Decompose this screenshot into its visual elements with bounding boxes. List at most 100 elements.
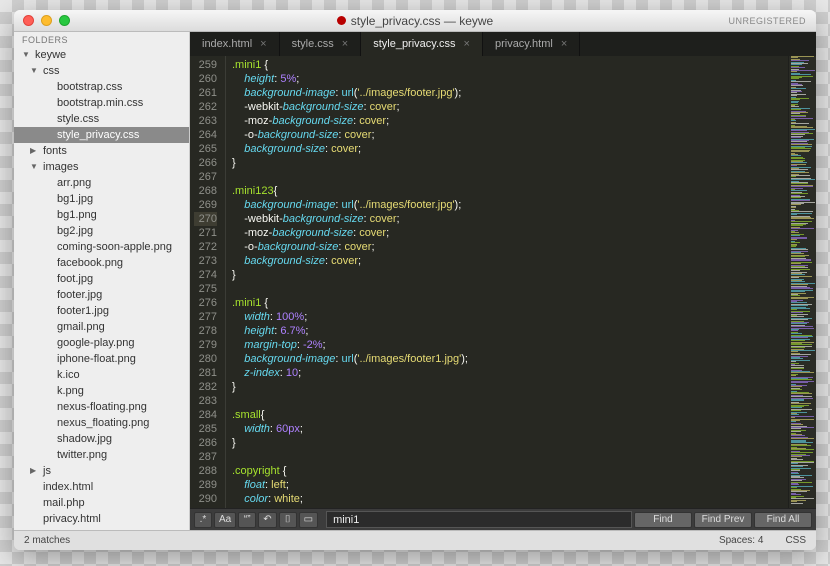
tree-label: foot.jpg — [57, 272, 93, 286]
tree-label: gmail.png — [57, 320, 105, 334]
tree-label: index.html — [43, 480, 93, 494]
tree-label: facebook.png — [57, 256, 123, 270]
tab-style-css[interactable]: style.css × — [280, 32, 362, 56]
status-lang[interactable]: CSS — [785, 535, 806, 546]
tree-label: footer.jpg — [57, 288, 102, 302]
find-button[interactable]: Find — [634, 512, 692, 528]
minimap[interactable] — [788, 56, 816, 508]
tree-folder-css[interactable]: ▼ css — [14, 63, 189, 79]
tab-style-privacy-css[interactable]: style_privacy.css× — [361, 32, 483, 56]
tree-folder-images[interactable]: ▼ images — [14, 159, 189, 175]
tree-file[interactable]: bg1.png — [14, 207, 189, 223]
status-spaces[interactable]: Spaces: 4 — [719, 535, 763, 546]
tree-file[interactable]: google-play.png — [14, 335, 189, 351]
tree-label: keywe — [35, 48, 66, 62]
tree-label: footer1.jpg — [57, 304, 109, 318]
tree-file[interactable]: shadow.jpg — [14, 431, 189, 447]
tree-file[interactable]: arr.png — [14, 175, 189, 191]
tree-label: js — [43, 464, 51, 478]
tree-label: mail.php — [43, 496, 85, 510]
highlight-toggle[interactable]: ▭ — [299, 512, 318, 528]
tree-label: style_privacy.css — [57, 128, 139, 142]
close-icon[interactable]: × — [561, 38, 567, 50]
tree-label: arr.png — [57, 176, 91, 190]
tree-file[interactable]: mail.php — [14, 495, 189, 511]
tree-label: style.css — [57, 112, 99, 126]
tree-file[interactable]: foot.jpg — [14, 271, 189, 287]
tree-file[interactable]: k.png — [14, 383, 189, 399]
window-title: style_privacy.css — keywe — [14, 14, 816, 28]
chevron-down-icon: ▼ — [22, 48, 31, 62]
find-all-button[interactable]: Find All — [754, 512, 812, 528]
code-text[interactable]: .mini1 { height: 5%; background-image: u… — [226, 56, 788, 508]
find-prev-button[interactable]: Find Prev — [694, 512, 752, 528]
tree-file[interactable]: style_privacy.css — [14, 127, 189, 143]
tab-privacy-html[interactable]: privacy.html × — [483, 32, 580, 56]
tree-label: iphone-float.png — [57, 352, 136, 366]
body: FOLDERS ▼ keywe ▼ css bootstrap.cssbootstr… — [14, 32, 816, 530]
tree-label: css — [43, 64, 60, 78]
tree-label: twitter.png — [57, 448, 107, 462]
in-selection-toggle[interactable]: ⌷ — [279, 512, 297, 528]
tree-label: images — [43, 160, 78, 174]
chevron-down-icon: ▼ — [30, 64, 39, 78]
tree-file[interactable]: coming-soon-apple.png — [14, 239, 189, 255]
unregistered-label: UNREGISTERED — [728, 16, 806, 26]
tree-file[interactable]: footer1.jpg — [14, 303, 189, 319]
regex-toggle[interactable]: .* — [194, 512, 212, 528]
dirty-indicator-icon — [337, 16, 346, 25]
sidebar-header: FOLDERS — [14, 32, 189, 47]
tree-label: google-play.png — [57, 336, 134, 350]
tree-file[interactable]: nexus-floating.png — [14, 399, 189, 415]
find-bar: .* Aa “” ↶ ⌷ ▭ Find Find Prev Find All — [190, 508, 816, 530]
tree-label: coming-soon-apple.png — [57, 240, 172, 254]
tree-label: nexus_floating.png — [57, 416, 149, 430]
tab-label: style.css — [292, 38, 334, 50]
status-bar: 2 matches Spaces: 4 CSS — [14, 530, 816, 550]
close-icon[interactable]: × — [342, 38, 348, 50]
tree-file[interactable]: k.ico — [14, 367, 189, 383]
tree-file[interactable]: nexus_floating.png — [14, 415, 189, 431]
tree-file[interactable]: style.css — [14, 111, 189, 127]
tree-file[interactable]: index.html — [14, 479, 189, 495]
tree-folder-fonts[interactable]: ▶fonts — [14, 143, 189, 159]
tree-label: k.png — [57, 384, 84, 398]
tree-label: privacy.html — [43, 512, 101, 526]
tree-file[interactable]: bg2.jpg — [14, 223, 189, 239]
titlebar: style_privacy.css — keywe UNREGISTERED — [14, 10, 816, 32]
tree-label: bg1.png — [57, 208, 97, 222]
tree-label: nexus-floating.png — [57, 400, 147, 414]
tree-file[interactable]: gmail.png — [14, 319, 189, 335]
code-area[interactable]: 2592602612622632642652662672682692702712… — [190, 56, 816, 508]
editor-window: style_privacy.css — keywe UNREGISTERED F… — [14, 10, 816, 550]
close-icon[interactable]: × — [464, 38, 470, 50]
tree-file[interactable]: bootstrap.min.css — [14, 95, 189, 111]
tree-folder-root[interactable]: ▼ keywe — [14, 47, 189, 63]
window-title-text: style_privacy.css — keywe — [351, 14, 493, 28]
tree-file[interactable]: twitter.png — [14, 447, 189, 463]
tree-file[interactable]: footer.jpg — [14, 287, 189, 303]
status-matches: 2 matches — [24, 535, 70, 546]
tree-label: bg2.jpg — [57, 224, 93, 238]
tree-file[interactable]: facebook.png — [14, 255, 189, 271]
sidebar: FOLDERS ▼ keywe ▼ css bootstrap.cssbootstr… — [14, 32, 190, 530]
tree-file[interactable]: bootstrap.css — [14, 79, 189, 95]
tab-index-html[interactable]: index.html × — [190, 32, 280, 56]
tab-label: privacy.html — [495, 38, 553, 50]
word-toggle[interactable]: “” — [238, 512, 256, 528]
folder-tree: ▼ keywe ▼ css bootstrap.cssbootstrap.min.c… — [14, 47, 189, 530]
close-icon[interactable]: × — [260, 38, 266, 50]
tree-file[interactable]: bg1.jpg — [14, 191, 189, 207]
chevron-down-icon: ▼ — [30, 160, 39, 174]
tab-label: index.html — [202, 38, 252, 50]
tree-folder-js[interactable]: ▶js — [14, 463, 189, 479]
wrap-toggle[interactable]: ↶ — [258, 512, 276, 528]
tab-bar: index.html × style.css × style_privacy.css… — [190, 32, 816, 56]
tree-file[interactable]: privacy.html — [14, 511, 189, 527]
tree-label: fonts — [43, 144, 67, 158]
find-input[interactable] — [326, 511, 632, 528]
tree-label: shadow.jpg — [57, 432, 112, 446]
case-toggle[interactable]: Aa — [214, 512, 236, 528]
line-gutter: 2592602612622632642652662672682692702712… — [190, 56, 226, 508]
tree-file[interactable]: iphone-float.png — [14, 351, 189, 367]
